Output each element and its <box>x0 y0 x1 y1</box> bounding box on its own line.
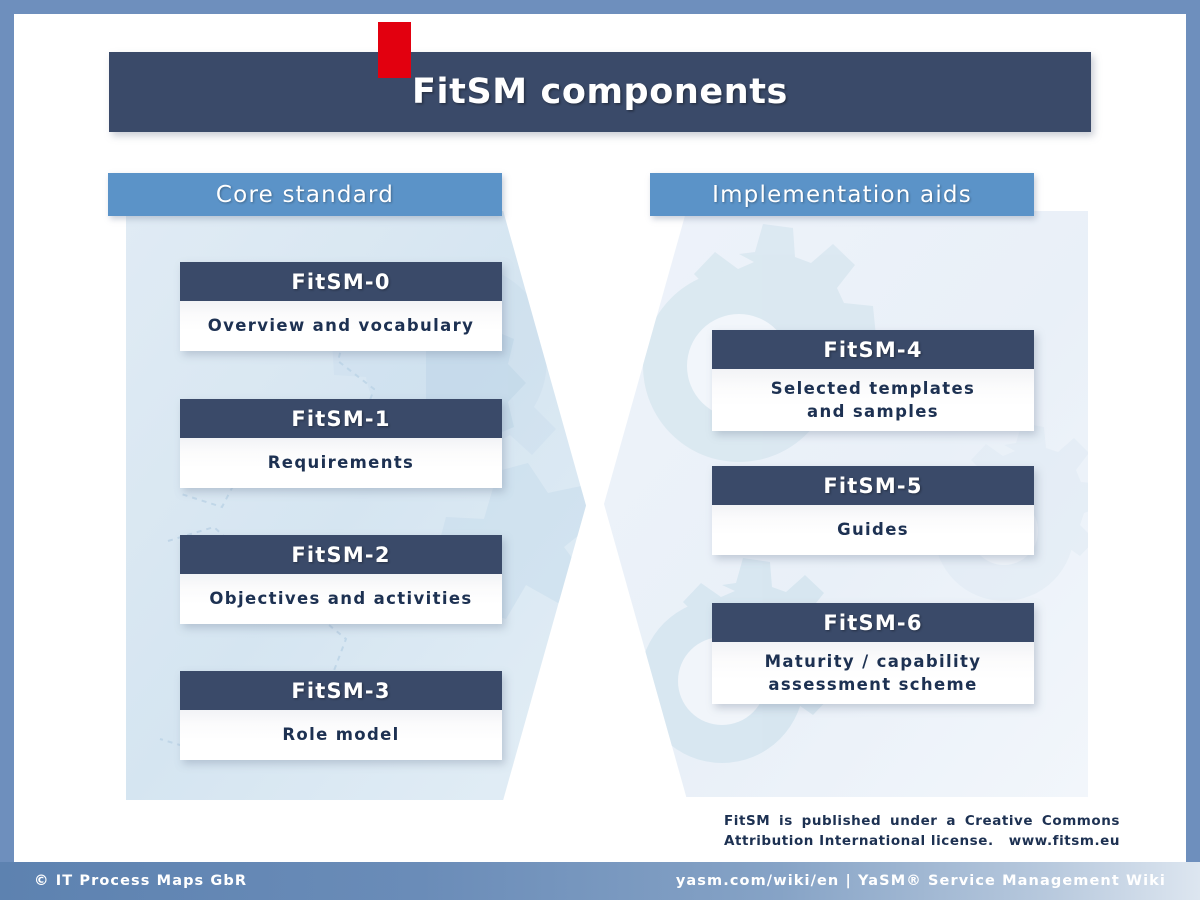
license-note-line-1: FitSM is published under a Creative Comm… <box>724 813 1120 829</box>
component-card-fitsm-1-title: FitSM-1 <box>291 406 391 431</box>
frame-border-top <box>0 0 1200 14</box>
component-card-fitsm-1-description: Requirements <box>267 453 415 473</box>
column-header-core-standard: Core standard <box>108 173 502 216</box>
component-card-fitsm-1[interactable]: FitSM-1 Requirements <box>180 399 502 488</box>
component-card-fitsm-2-description: Objectives and activities <box>209 589 473 609</box>
component-card-fitsm-4-body: Selected templates and samples <box>712 369 1034 431</box>
component-card-fitsm-4-header: FitSM-4 <box>712 330 1034 369</box>
component-card-fitsm-0-description: Overview and vocabulary <box>207 316 475 336</box>
license-note-text: Attribution International license. <box>724 832 994 849</box>
slide-canvas: FitSM components Core standard Implement… <box>0 0 1200 900</box>
license-website-link[interactable]: www.fitsm.eu <box>1009 832 1120 852</box>
frame-border-left <box>0 0 14 900</box>
component-card-fitsm-6-body: Maturity / capability assessment scheme <box>712 642 1034 704</box>
component-card-fitsm-5[interactable]: FitSM-5 Guides <box>712 466 1034 555</box>
footer-wiki-link[interactable]: yasm.com/wiki/en | YaSM® Service Managem… <box>676 873 1166 889</box>
component-card-fitsm-2[interactable]: FitSM-2 Objectives and activities <box>180 535 502 624</box>
component-card-fitsm-5-header: FitSM-5 <box>712 466 1034 505</box>
license-note: FitSM is published under a Creative Comm… <box>724 812 1120 851</box>
footer-copyright: © IT Process Maps GbR <box>34 873 248 889</box>
component-card-fitsm-1-header: FitSM-1 <box>180 399 502 438</box>
component-card-fitsm-4-title: FitSM-4 <box>823 337 923 362</box>
page-title: FitSM components <box>109 52 1091 132</box>
component-card-fitsm-3-description: Role model <box>282 725 400 745</box>
component-card-fitsm-6-description: Maturity / capability assessment scheme <box>764 651 982 694</box>
component-card-fitsm-0-title: FitSM-0 <box>291 269 391 294</box>
footer-bar: © IT Process Maps GbR yasm.com/wiki/en |… <box>0 862 1200 900</box>
column-header-core-standard-label: Core standard <box>215 181 395 208</box>
column-header-implementation-aids: Implementation aids <box>650 173 1034 216</box>
component-card-fitsm-0[interactable]: FitSM-0 Overview and vocabulary <box>180 262 502 351</box>
component-card-fitsm-4-description: Selected templates and samples <box>770 378 976 421</box>
component-card-fitsm-2-title: FitSM-2 <box>291 542 391 567</box>
component-card-fitsm-2-body: Objectives and activities <box>180 574 502 624</box>
red-accent-tab <box>378 22 411 78</box>
component-card-fitsm-2-header: FitSM-2 <box>180 535 502 574</box>
component-card-fitsm-1-body: Requirements <box>180 438 502 488</box>
component-card-fitsm-3-body: Role model <box>180 710 502 760</box>
component-card-fitsm-5-body: Guides <box>712 505 1034 555</box>
component-card-fitsm-3[interactable]: FitSM-3 Role model <box>180 671 502 760</box>
component-card-fitsm-6-header: FitSM-6 <box>712 603 1034 642</box>
license-note-line-2: Attribution International license. www.f… <box>724 832 1120 852</box>
component-card-fitsm-0-body: Overview and vocabulary <box>180 301 502 351</box>
frame-border-right <box>1186 0 1200 900</box>
component-card-fitsm-4[interactable]: FitSM-4 Selected templates and samples <box>712 330 1034 431</box>
column-header-implementation-aids-label: Implementation aids <box>712 181 972 208</box>
component-card-fitsm-5-description: Guides <box>837 520 909 540</box>
component-card-fitsm-3-header: FitSM-3 <box>180 671 502 710</box>
component-card-fitsm-6-title: FitSM-6 <box>823 610 923 635</box>
page-title-text: FitSM components <box>412 72 788 112</box>
component-card-fitsm-3-title: FitSM-3 <box>291 678 391 703</box>
component-card-fitsm-5-title: FitSM-5 <box>823 473 923 498</box>
component-card-fitsm-0-header: FitSM-0 <box>180 262 502 301</box>
component-card-fitsm-6[interactable]: FitSM-6 Maturity / capability assessment … <box>712 603 1034 704</box>
